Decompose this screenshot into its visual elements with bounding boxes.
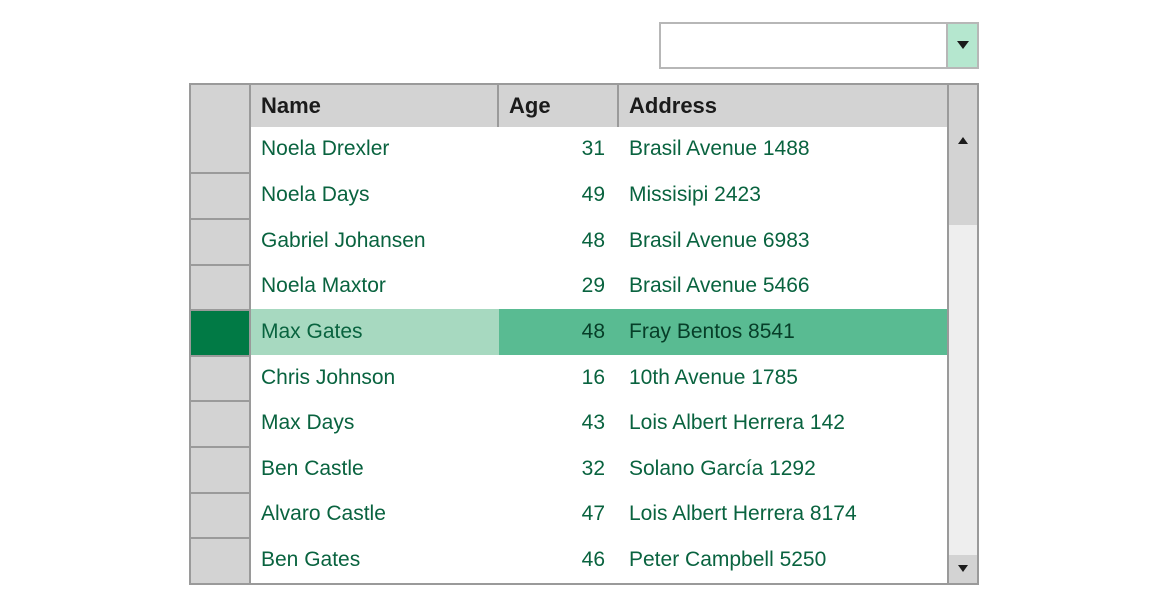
row-header[interactable] [191, 355, 251, 401]
cell-address[interactable]: Brasil Avenue 1488 [619, 127, 947, 173]
cell-age[interactable]: 48 [499, 218, 619, 264]
cell-address[interactable]: 10th Avenue 1785 [619, 355, 947, 401]
filter-combobox[interactable] [659, 22, 979, 69]
cell-age[interactable]: 48 [499, 309, 619, 355]
table-row[interactable]: Noela Days49Missisipi 2423 [191, 172, 947, 218]
filter-dropdown-button[interactable] [946, 24, 977, 67]
cell-address[interactable]: Missisipi 2423 [619, 172, 947, 218]
caret-down-icon [957, 560, 969, 578]
cell-name[interactable]: Noela Days [251, 172, 499, 218]
scroll-down-button[interactable] [949, 555, 977, 583]
cell-age[interactable]: 47 [499, 492, 619, 538]
cell-age[interactable]: 32 [499, 446, 619, 492]
grid-header: Name Age Address [191, 85, 977, 127]
table-row[interactable]: Max Days43Lois Albert Herrera 142 [191, 400, 947, 446]
row-header-corner[interactable] [191, 85, 251, 127]
cell-name[interactable]: Gabriel Johansen [251, 218, 499, 264]
row-header[interactable] [191, 400, 251, 446]
table-row[interactable]: Max Gates48Fray Bentos 8541 [191, 309, 947, 355]
table-row[interactable]: Ben Castle32Solano García 1292 [191, 446, 947, 492]
scroll-up-button[interactable] [949, 127, 977, 155]
cell-address[interactable]: Fray Bentos 8541 [619, 309, 947, 355]
table-row[interactable]: Gabriel Johansen48Brasil Avenue 6983 [191, 218, 947, 264]
cell-age[interactable]: 49 [499, 172, 619, 218]
cell-name[interactable]: Noela Maxtor [251, 264, 499, 310]
cell-address[interactable]: Lois Albert Herrera 142 [619, 400, 947, 446]
row-header[interactable] [191, 127, 251, 173]
scroll-track[interactable] [949, 155, 977, 555]
cell-address[interactable]: Brasil Avenue 6983 [619, 218, 947, 264]
cell-age[interactable]: 31 [499, 127, 619, 173]
vertical-scrollbar[interactable] [947, 127, 977, 583]
table-row[interactable]: Ben Gates46Peter Campbell 5250 [191, 537, 947, 583]
cell-address[interactable]: Lois Albert Herrera 8174 [619, 492, 947, 538]
cell-age[interactable]: 29 [499, 264, 619, 310]
table-row[interactable]: Chris Johnson1610th Avenue 1785 [191, 355, 947, 401]
scroll-thumb[interactable] [949, 155, 977, 225]
grid-rows: Noela Drexler31Brasil Avenue 1488Noela D… [191, 127, 947, 583]
column-header-address[interactable]: Address [619, 85, 947, 127]
cell-name[interactable]: Ben Gates [251, 537, 499, 583]
row-header[interactable] [191, 264, 251, 310]
filter-input[interactable] [661, 24, 946, 67]
row-header[interactable] [191, 537, 251, 583]
column-header-name[interactable]: Name [251, 85, 499, 127]
cell-age[interactable]: 43 [499, 400, 619, 446]
row-header[interactable] [191, 218, 251, 264]
caret-down-icon [956, 37, 970, 55]
row-header[interactable] [191, 172, 251, 218]
cell-address[interactable]: Solano García 1292 [619, 446, 947, 492]
caret-up-icon [957, 132, 969, 150]
cell-name[interactable]: Alvaro Castle [251, 492, 499, 538]
data-grid: Name Age Address Noela Drexler31Brasil A… [189, 83, 979, 585]
row-header[interactable] [191, 309, 251, 355]
scrollbar-header-gap [947, 85, 977, 127]
cell-age[interactable]: 16 [499, 355, 619, 401]
cell-name[interactable]: Max Gates [251, 309, 499, 355]
cell-name[interactable]: Noela Drexler [251, 127, 499, 173]
row-header[interactable] [191, 446, 251, 492]
column-header-age[interactable]: Age [499, 85, 619, 127]
cell-name[interactable]: Ben Castle [251, 446, 499, 492]
row-header[interactable] [191, 492, 251, 538]
cell-address[interactable]: Peter Campbell 5250 [619, 537, 947, 583]
cell-address[interactable]: Brasil Avenue 5466 [619, 264, 947, 310]
table-row[interactable]: Alvaro Castle47Lois Albert Herrera 8174 [191, 492, 947, 538]
cell-name[interactable]: Chris Johnson [251, 355, 499, 401]
table-row[interactable]: Noela Drexler31Brasil Avenue 1488 [191, 127, 947, 173]
cell-age[interactable]: 46 [499, 537, 619, 583]
table-row[interactable]: Noela Maxtor29Brasil Avenue 5466 [191, 264, 947, 310]
cell-name[interactable]: Max Days [251, 400, 499, 446]
